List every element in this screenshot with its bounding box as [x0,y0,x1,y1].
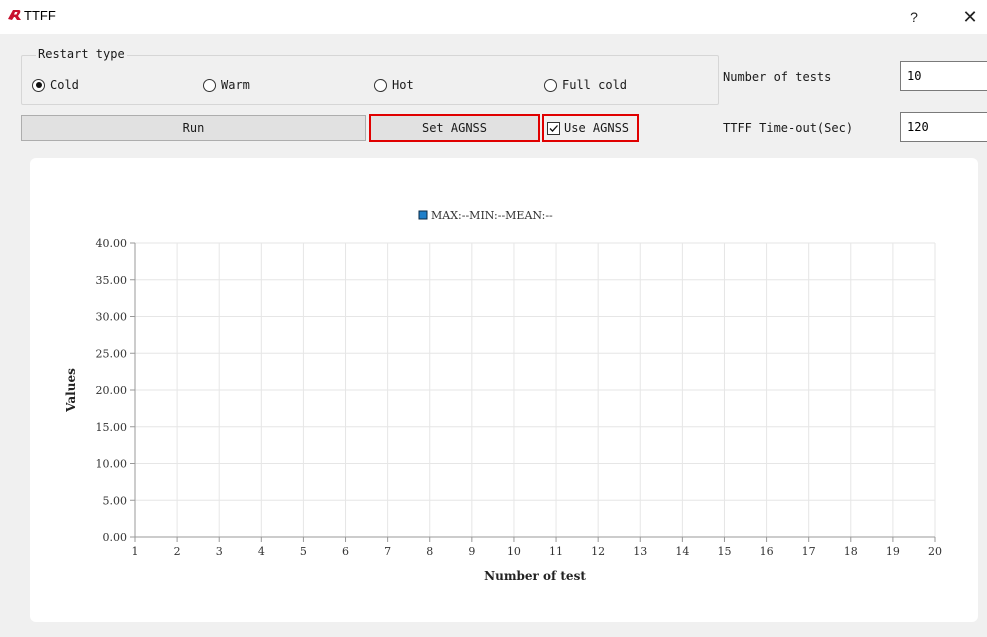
radio-cold[interactable]: Cold [32,76,79,94]
radio-cold-label: Cold [50,78,79,92]
app-logo-icon [8,10,21,20]
y-tick-label: 20.00 [96,384,128,397]
ttff-chart: 1 2 3 4 5 6 7 8 9 10 11 12 13 14 15 16 17 18 19 200.005.001… [64,209,942,583]
radio-warm[interactable]: Warm [203,76,250,94]
y-tick-label: 10.00 [96,458,128,471]
use-agnss-checkbox[interactable]: Use AGNSS [547,119,629,137]
run-button[interactable]: Run [21,115,366,141]
x-tick-label: 19 [886,545,900,558]
radio-warm-label: Warm [221,78,250,92]
radio-warm-indicator[interactable] [203,78,216,92]
y-tick-label: 15.00 [96,421,128,434]
x-tick-label: 7 [384,545,391,558]
x-tick-label: 10 [507,545,521,558]
x-tick-label: 16 [760,545,774,558]
x-tick-label: 11 [549,545,563,558]
y-tick-label: 0.00 [103,531,128,544]
y-tick-label: 35.00 [96,274,128,287]
number-of-tests-input[interactable] [900,61,987,91]
y-tick-label: 40.00 [96,237,128,250]
x-tick-label: 18 [844,545,858,558]
radio-full-cold[interactable]: Full cold [544,76,627,94]
radio-hot-label: Hot [392,78,414,92]
ttff-timeout-input[interactable] [900,112,987,142]
y-axis-title: Values [64,368,78,413]
radio-hot[interactable]: Hot [374,76,414,94]
close-button[interactable]: ✕ [956,4,984,30]
y-tick-label: 30.00 [96,311,128,324]
checkmark-icon [549,124,558,132]
window-title: TTFF [24,8,56,23]
y-tick-label: 25.00 [96,347,128,360]
radio-cold-indicator[interactable] [32,78,45,92]
x-tick-label: 12 [591,545,605,558]
x-tick-label: 5 [300,545,307,558]
x-tick-label: 4 [258,545,265,558]
x-tick-label: 13 [633,545,647,558]
x-tick-label: 8 [426,545,433,558]
title-bar: TTFF ? ✕ [0,0,987,34]
use-agnss-check-box[interactable] [547,121,560,135]
restart-type-title: Restart type [36,47,127,61]
x-tick-label: 6 [342,545,349,558]
set-agnss-button[interactable]: Set AGNSS [370,115,539,141]
chart-panel: 1 2 3 4 5 6 7 8 9 10 11 12 13 14 15 16 17 18 19 20 0.00 5.00 1… [30,158,978,622]
legend-label: MAX:--MIN:--MEAN:-- [431,209,553,222]
help-button[interactable]: ? [900,4,928,30]
x-tick-label: 3 [216,545,223,558]
x-tick-label: 15 [717,545,731,558]
radio-full-cold-label: Full cold [562,78,628,92]
use-agnss-label: Use AGNSS [564,121,630,135]
x-tick-label: 9 [468,545,475,558]
ttff-timeout-label: TTFF Time-out(Sec) [723,121,854,135]
radio-full-cold-indicator[interactable] [544,78,557,92]
y-tick-label: 5.00 [103,494,128,507]
number-of-tests-label: Number of tests [723,70,832,84]
radio-hot-indicator[interactable] [374,78,387,92]
x-tick-label: 20 [928,545,942,558]
x-tick-label: 1 [132,545,139,558]
x-axis-title: Number of test [484,569,586,583]
x-tick-label: 14 [675,545,689,558]
legend-marker [418,210,428,220]
x-tick-label: 17 [802,545,816,558]
x-tick-label: 2 [174,545,181,558]
